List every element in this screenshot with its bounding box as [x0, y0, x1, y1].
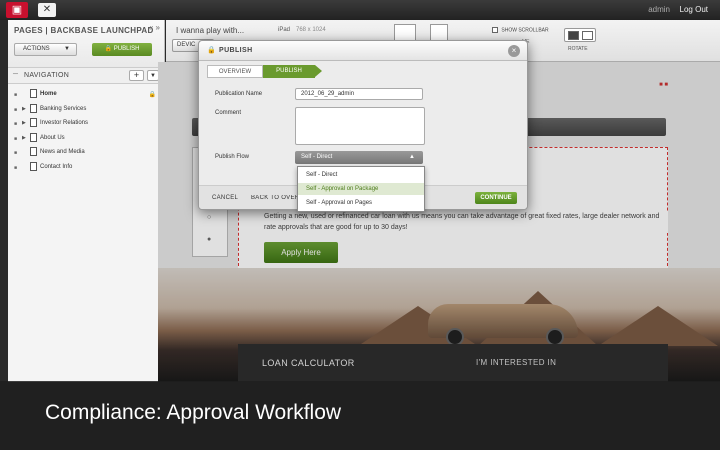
bullet-icon: ■ — [14, 92, 18, 98]
dialog-header: 🔒 PUBLISH × — [199, 41, 527, 61]
page-icon — [30, 147, 37, 156]
expand-icon[interactable]: ▶ — [22, 120, 26, 126]
publish-flow-value: Self - Direct — [301, 154, 333, 160]
chevron-up-icon: ▲ — [409, 154, 415, 160]
slide-caption: Compliance: Approval Workflow — [45, 401, 342, 424]
back-to-overview-button[interactable]: BACK TO OVERVIEW — [251, 195, 299, 201]
checkbox-icon — [492, 27, 498, 33]
device-name: iPad — [278, 27, 291, 33]
show-scrollbar-label: SHOW SCROLLBAR — [501, 27, 549, 34]
link-icon[interactable]: ○ — [207, 214, 211, 221]
publication-name-label: Publication Name — [215, 91, 263, 97]
user-icon[interactable]: ● — [207, 236, 211, 243]
pages-panel-header: PAGES | BACKBASE LAUNCHPAD « » ACTIONS ▼… — [8, 20, 164, 68]
publish-button[interactable]: 🔒 PUBLISH — [92, 43, 152, 56]
nav-item-label: About Us — [40, 134, 65, 141]
logout-link[interactable]: Log Out — [680, 5, 708, 14]
apply-here-button[interactable]: Apply Here — [264, 242, 338, 263]
landscape-icon — [582, 31, 593, 40]
comment-textarea[interactable] — [295, 107, 425, 145]
bullet-icon: ■ — [14, 164, 18, 171]
portrait-icon — [568, 31, 579, 40]
collapse-panel-icon[interactable]: « » — [149, 23, 160, 32]
loan-calculator-label: LOAN CALCULATOR — [262, 358, 355, 368]
show-scrollbar-checkbox[interactable]: SHOW SCROLLBAR — [492, 27, 549, 33]
caption-bar: Compliance: Approval Workflow — [0, 381, 720, 450]
backbase-logo-icon: ▣ — [6, 2, 28, 18]
rotate-toggle[interactable] — [564, 28, 596, 42]
navigation-label: NAVIGATION — [24, 72, 70, 79]
chevron-down-icon: ▼ — [64, 46, 70, 52]
interested-in-label: I'M INTERESTED IN — [476, 358, 557, 367]
dialog-title: PUBLISH — [219, 47, 253, 54]
step-publish[interactable]: PUBLISH — [263, 65, 322, 78]
lock-icon: 🔒 — [148, 92, 156, 98]
option-self-approval-package[interactable]: Self - Approval on Package — [298, 183, 424, 195]
publish-flow-select[interactable]: Self - Direct ▲ — [295, 151, 423, 164]
nav-item-home[interactable]: ■ Home 🔒 — [8, 88, 164, 103]
comment-label: Comment — [215, 110, 242, 116]
close-icon[interactable]: ✕ — [38, 3, 56, 17]
navigation-header: ─ NAVIGATION + ▼ — [8, 68, 164, 84]
cancel-button[interactable]: CANCEL — [212, 195, 238, 201]
hero-text: Getting a new, used or refinanced car lo… — [264, 211, 668, 233]
page-icon — [30, 132, 37, 142]
option-self-approval-pages[interactable]: Self - Approval on Pages — [298, 197, 424, 209]
page-title: I wanna play with... — [176, 26, 245, 35]
bullet-icon: ■ — [14, 150, 18, 156]
panel-title: PAGES | BACKBASE LAUNCHPAD — [14, 26, 154, 35]
nav-item-label: Contact Info — [40, 163, 73, 170]
actions-label: ACTIONS — [23, 46, 50, 52]
mountain-shape — [598, 306, 718, 346]
nav-item-about-us[interactable]: ■ ▶ About Us — [8, 132, 164, 147]
close-icon[interactable]: × — [508, 45, 520, 57]
username: admin — [648, 5, 670, 14]
bullet-icon: ■ — [14, 135, 18, 142]
bullet-icon: ■ — [14, 121, 18, 127]
nav-item-label: News and Media — [40, 149, 85, 155]
page-icon — [30, 89, 37, 98]
nav-item-label: Investor Relations — [40, 120, 89, 126]
step-overview[interactable]: OVERVIEW — [207, 65, 263, 78]
nav-item-news-and-media[interactable]: ■ News and Media — [8, 146, 164, 161]
loan-calculator-bar: LOAN CALCULATOR I'M INTERESTED IN — [238, 344, 668, 382]
nav-item-investor-relations[interactable]: ■ ▶ Investor Relations — [8, 117, 164, 132]
nav-item-label: Banking Services — [40, 105, 87, 112]
publish-label: PUBLISH — [113, 46, 140, 52]
lock-icon: 🔒 — [104, 46, 113, 52]
publish-flow-label: Publish Flow — [215, 154, 250, 160]
page-icon — [30, 118, 37, 127]
actions-button[interactable]: ACTIONS ▼ — [14, 43, 77, 56]
device-size: 768 x 1024 — [296, 27, 326, 33]
rotate-label: ROTATE — [568, 46, 588, 52]
collapse-navigation-icon[interactable]: ─ — [13, 71, 18, 78]
expand-icon[interactable]: ▶ — [22, 135, 26, 141]
continue-button[interactable]: CONTINUE — [475, 192, 517, 204]
option-self-direct[interactable]: Self - Direct — [298, 169, 424, 181]
nav-item-contact-info[interactable]: ■ Contact Info — [8, 161, 164, 176]
top-bar: ▣ ✕ admin Log Out — [0, 0, 720, 20]
pages-panel: PAGES | BACKBASE LAUNCHPAD « » ACTIONS ▼… — [8, 20, 165, 382]
nav-item-banking-services[interactable]: ■ ▶ Banking Services — [8, 103, 164, 118]
bullet-icon: ■ — [14, 106, 18, 113]
lock-icon: 🔒 — [207, 47, 216, 54]
page-icon — [30, 103, 37, 113]
publication-name-input[interactable]: 2012_06_29_admin — [295, 88, 423, 100]
add-page-button[interactable]: + — [129, 70, 144, 81]
navigation-tree: ■ Home 🔒 ■ ▶ Banking Services ■ ▶ Invest… — [8, 84, 164, 175]
language-flags-icon[interactable]: ■ ■ — [659, 82, 668, 88]
publish-flow-options: Self - Direct Self - Approval on Package… — [297, 166, 425, 212]
nav-item-label: Home — [40, 91, 57, 97]
page-icon — [30, 161, 37, 171]
expand-icon[interactable]: ▶ — [22, 106, 26, 112]
